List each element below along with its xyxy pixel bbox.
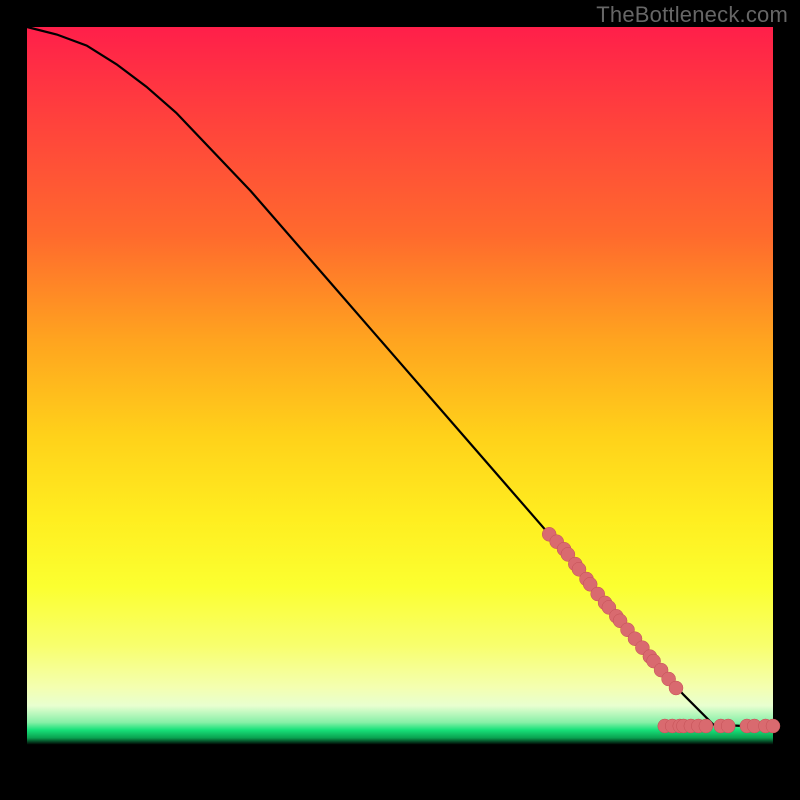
chart-frame: TheBottleneck.com	[0, 0, 800, 800]
scatter-dots	[542, 527, 780, 733]
bottleneck-curve	[27, 27, 773, 726]
scatter-dot	[766, 719, 780, 733]
plot-area	[27, 27, 773, 773]
scatter-dot	[669, 681, 683, 695]
scatter-dot	[699, 719, 713, 733]
scatter-dot	[721, 719, 735, 733]
watermark-text: TheBottleneck.com	[596, 2, 788, 28]
chart-svg	[27, 27, 773, 773]
